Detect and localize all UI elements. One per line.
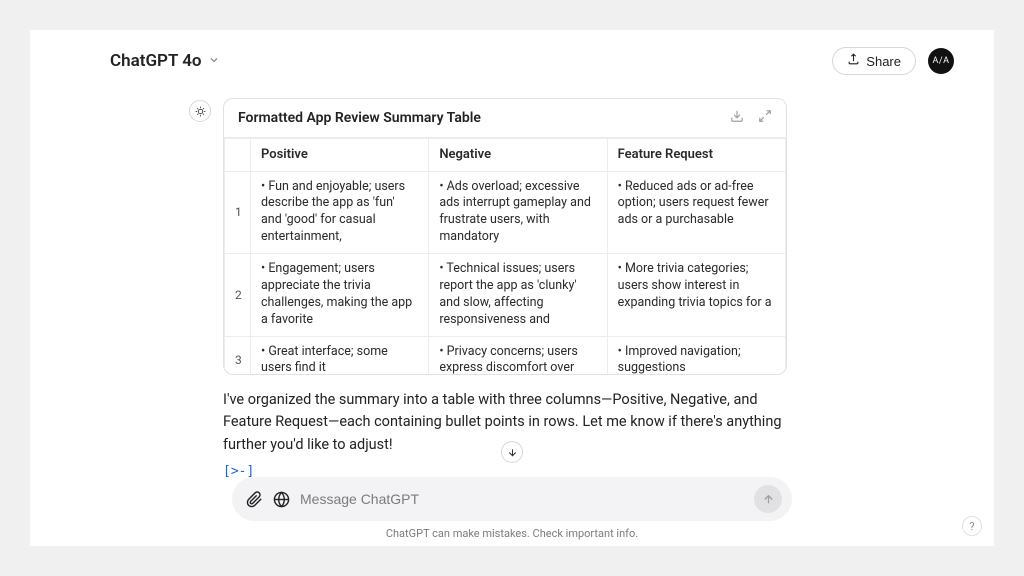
globe-icon[interactable]	[273, 491, 290, 508]
send-button[interactable]	[754, 485, 782, 513]
model-switcher[interactable]: ChatGPT 4o	[110, 51, 220, 71]
message-input[interactable]	[300, 491, 744, 507]
table-scroll[interactable]: Positive Negative Feature Request 1	[224, 138, 786, 374]
scroll-to-bottom-button[interactable]	[501, 441, 523, 463]
model-label: ChatGPT 4o	[110, 51, 202, 71]
table-card: Formatted App Review Summary Table	[223, 98, 787, 375]
expand-icon[interactable]	[758, 109, 772, 127]
top-bar: ChatGPT 4o Share A/A	[30, 30, 994, 82]
card-title: Formatted App Review Summary Table	[238, 110, 481, 126]
openai-icon	[189, 100, 211, 122]
col-positive: Positive	[251, 139, 429, 172]
help-button[interactable]: ?	[962, 516, 982, 536]
conversation: Formatted App Review Summary Table	[30, 82, 994, 477]
table-row: 2 • Engagement; users appreciate the tri…	[225, 254, 786, 337]
share-button[interactable]: Share	[832, 47, 916, 75]
top-actions: Share A/A	[832, 47, 954, 75]
table-row: 1 • Fun and enjoyable; users describe th…	[225, 171, 786, 254]
attach-icon[interactable]	[246, 491, 263, 508]
col-feature: Feature Request	[607, 139, 785, 172]
composer-area: ChatGPT can make mistakes. Check importa…	[30, 477, 994, 546]
disclaimer: ChatGPT can make mistakes. Check importa…	[386, 521, 638, 542]
code-toggle[interactable]: [>-]	[223, 464, 254, 477]
table-row: 3 • Great interface; some users find it …	[225, 336, 786, 374]
avatar[interactable]: A/A	[928, 48, 954, 74]
download-icon[interactable]	[730, 109, 744, 127]
content-area: Formatted App Review Summary Table	[30, 82, 994, 477]
assistant-message: Formatted App Review Summary Table	[227, 82, 787, 477]
upload-icon	[847, 53, 860, 69]
share-label: Share	[866, 54, 901, 69]
chevron-down-icon	[208, 51, 220, 71]
col-negative: Negative	[429, 139, 607, 172]
composer	[232, 477, 792, 521]
summary-table: Positive Negative Feature Request 1	[224, 138, 786, 374]
